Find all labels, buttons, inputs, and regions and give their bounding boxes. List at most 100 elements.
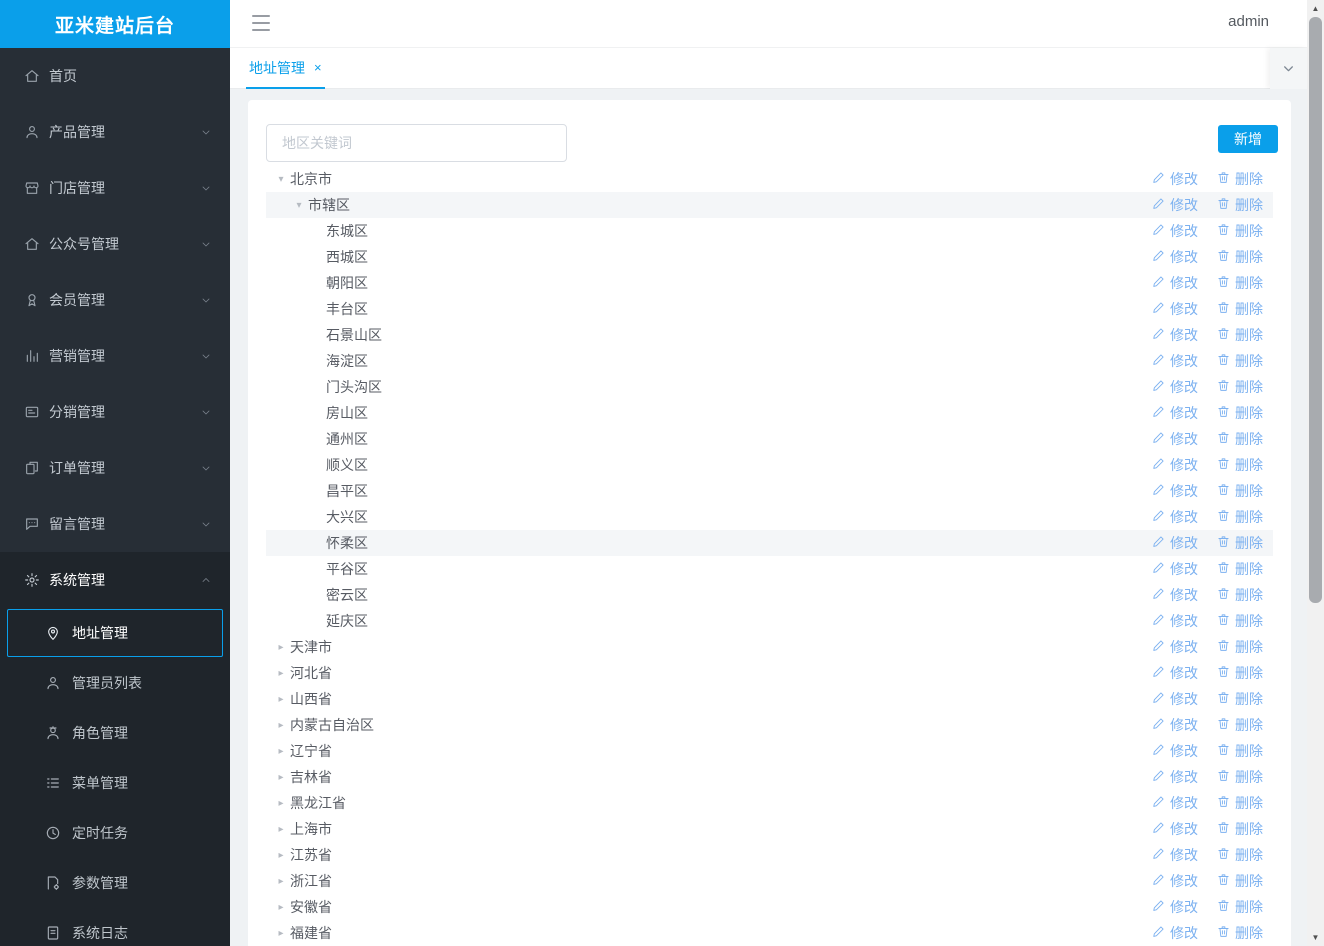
sidebar-subitem-roles[interactable]: 角色管理 (0, 708, 230, 758)
edit-link[interactable]: 修改 (1152, 377, 1198, 397)
caret-right-icon[interactable]: ▸ (274, 876, 288, 887)
caret-down-icon[interactable]: ▾ (274, 174, 288, 185)
tree-row[interactable]: 海淀区 修改 删除 (266, 348, 1273, 374)
delete-link[interactable]: 删除 (1217, 585, 1263, 605)
tree-row[interactable]: 朝阳区 修改 删除 (266, 270, 1273, 296)
close-icon[interactable]: × (314, 61, 322, 74)
edit-link[interactable]: 修改 (1152, 845, 1198, 865)
delete-link[interactable]: 删除 (1217, 533, 1263, 553)
edit-link[interactable]: 修改 (1152, 793, 1198, 813)
tree-row[interactable]: ▸ 黑龙江省 修改 删除 (266, 790, 1273, 816)
edit-link[interactable]: 修改 (1152, 429, 1198, 449)
tree-row[interactable]: 门头沟区 修改 删除 (266, 374, 1273, 400)
edit-link[interactable]: 修改 (1152, 689, 1198, 709)
edit-link[interactable]: 修改 (1152, 455, 1198, 475)
tree-row[interactable]: 丰台区 修改 删除 (266, 296, 1273, 322)
delete-link[interactable]: 删除 (1217, 377, 1263, 397)
tree-row[interactable]: 东城区 修改 删除 (266, 218, 1273, 244)
edit-link[interactable]: 修改 (1152, 897, 1198, 917)
sidebar-item-messages[interactable]: 留言管理 (0, 496, 230, 552)
sidebar-subitem-address[interactable]: 地址管理 (7, 609, 223, 657)
delete-link[interactable]: 删除 (1217, 169, 1263, 189)
scroll-down-icon[interactable]: ▼ (1307, 929, 1324, 946)
edit-link[interactable]: 修改 (1152, 273, 1198, 293)
delete-link[interactable]: 删除 (1217, 923, 1263, 943)
delete-link[interactable]: 删除 (1217, 663, 1263, 683)
tree-row[interactable]: ▸ 天津市 修改 删除 (266, 634, 1273, 660)
tree-row[interactable]: ▸ 辽宁省 修改 删除 (266, 738, 1273, 764)
tree-row[interactable]: 西城区 修改 删除 (266, 244, 1273, 270)
caret-right-icon[interactable]: ▸ (274, 746, 288, 757)
edit-link[interactable]: 修改 (1152, 221, 1198, 241)
edit-link[interactable]: 修改 (1152, 715, 1198, 735)
edit-link[interactable]: 修改 (1152, 403, 1198, 423)
delete-link[interactable]: 删除 (1217, 351, 1263, 371)
sidebar-item-home[interactable]: 首页 (0, 48, 230, 104)
delete-link[interactable]: 删除 (1217, 325, 1263, 345)
tree-row[interactable]: 延庆区 修改 删除 (266, 608, 1273, 634)
edit-link[interactable]: 修改 (1152, 663, 1198, 683)
edit-link[interactable]: 修改 (1152, 533, 1198, 553)
tree-row[interactable]: 昌平区 修改 删除 (266, 478, 1273, 504)
caret-right-icon[interactable]: ▸ (274, 902, 288, 913)
caret-right-icon[interactable]: ▸ (274, 850, 288, 861)
tree-row[interactable]: ▸ 内蒙古自治区 修改 删除 (266, 712, 1273, 738)
sidebar-item-distribution[interactable]: 分销管理 (0, 384, 230, 440)
sidebar-subitem-admins[interactable]: 管理员列表 (0, 658, 230, 708)
edit-link[interactable]: 修改 (1152, 611, 1198, 631)
sidebar-item-members[interactable]: 会员管理 (0, 272, 230, 328)
username[interactable]: admin (1228, 13, 1269, 30)
delete-link[interactable]: 删除 (1217, 559, 1263, 579)
edit-link[interactable]: 修改 (1152, 585, 1198, 605)
delete-link[interactable]: 删除 (1217, 611, 1263, 631)
caret-right-icon[interactable]: ▸ (274, 642, 288, 653)
delete-link[interactable]: 删除 (1217, 455, 1263, 475)
scrollbar-thumb[interactable] (1309, 17, 1322, 603)
sidebar-item-stores[interactable]: 门店管理 (0, 160, 230, 216)
edit-link[interactable]: 修改 (1152, 299, 1198, 319)
edit-link[interactable]: 修改 (1152, 507, 1198, 527)
tree-row[interactable]: 顺义区 修改 删除 (266, 452, 1273, 478)
tree-row[interactable]: ▸ 上海市 修改 删除 (266, 816, 1273, 842)
edit-link[interactable]: 修改 (1152, 325, 1198, 345)
delete-link[interactable]: 删除 (1217, 507, 1263, 527)
delete-link[interactable]: 删除 (1217, 845, 1263, 865)
edit-link[interactable]: 修改 (1152, 741, 1198, 761)
sidebar-item-wechat[interactable]: 公众号管理 (0, 216, 230, 272)
sidebar-subitem-logs[interactable]: 系统日志 (0, 908, 230, 946)
delete-link[interactable]: 删除 (1217, 819, 1263, 839)
caret-right-icon[interactable]: ▸ (274, 772, 288, 783)
delete-link[interactable]: 删除 (1217, 481, 1263, 501)
tree-row[interactable]: 大兴区 修改 删除 (266, 504, 1273, 530)
edit-link[interactable]: 修改 (1152, 169, 1198, 189)
delete-link[interactable]: 删除 (1217, 299, 1263, 319)
delete-link[interactable]: 删除 (1217, 793, 1263, 813)
delete-link[interactable]: 删除 (1217, 195, 1263, 215)
edit-link[interactable]: 修改 (1152, 247, 1198, 267)
sidebar-subitem-menus[interactable]: 菜单管理 (0, 758, 230, 808)
tree-row[interactable]: ▸ 安徽省 修改 删除 (266, 894, 1273, 920)
edit-link[interactable]: 修改 (1152, 559, 1198, 579)
tree-row[interactable]: 怀柔区 修改 删除 (266, 530, 1273, 556)
sidebar-subitem-cron[interactable]: 定时任务 (0, 808, 230, 858)
delete-link[interactable]: 删除 (1217, 689, 1263, 709)
tree-row[interactable]: ▸ 浙江省 修改 删除 (266, 868, 1273, 894)
edit-link[interactable]: 修改 (1152, 637, 1198, 657)
tree-row[interactable]: ▸ 河北省 修改 删除 (266, 660, 1273, 686)
edit-link[interactable]: 修改 (1152, 923, 1198, 943)
tree-row[interactable]: 密云区 修改 删除 (266, 582, 1273, 608)
edit-link[interactable]: 修改 (1152, 351, 1198, 371)
delete-link[interactable]: 删除 (1217, 403, 1263, 423)
delete-link[interactable]: 删除 (1217, 273, 1263, 293)
tab-address-management[interactable]: 地址管理 × (246, 48, 325, 89)
caret-right-icon[interactable]: ▸ (274, 720, 288, 731)
edit-link[interactable]: 修改 (1152, 871, 1198, 891)
edit-link[interactable]: 修改 (1152, 195, 1198, 215)
sidebar-item-system[interactable]: 系统管理 (0, 552, 230, 608)
caret-right-icon[interactable]: ▸ (274, 798, 288, 809)
tree-row[interactable]: ▸ 吉林省 修改 删除 (266, 764, 1273, 790)
caret-right-icon[interactable]: ▸ (274, 668, 288, 679)
tree-row[interactable]: ▸ 山西省 修改 删除 (266, 686, 1273, 712)
sidebar-item-products[interactable]: 产品管理 (0, 104, 230, 160)
add-button[interactable]: 新增 (1218, 125, 1278, 153)
